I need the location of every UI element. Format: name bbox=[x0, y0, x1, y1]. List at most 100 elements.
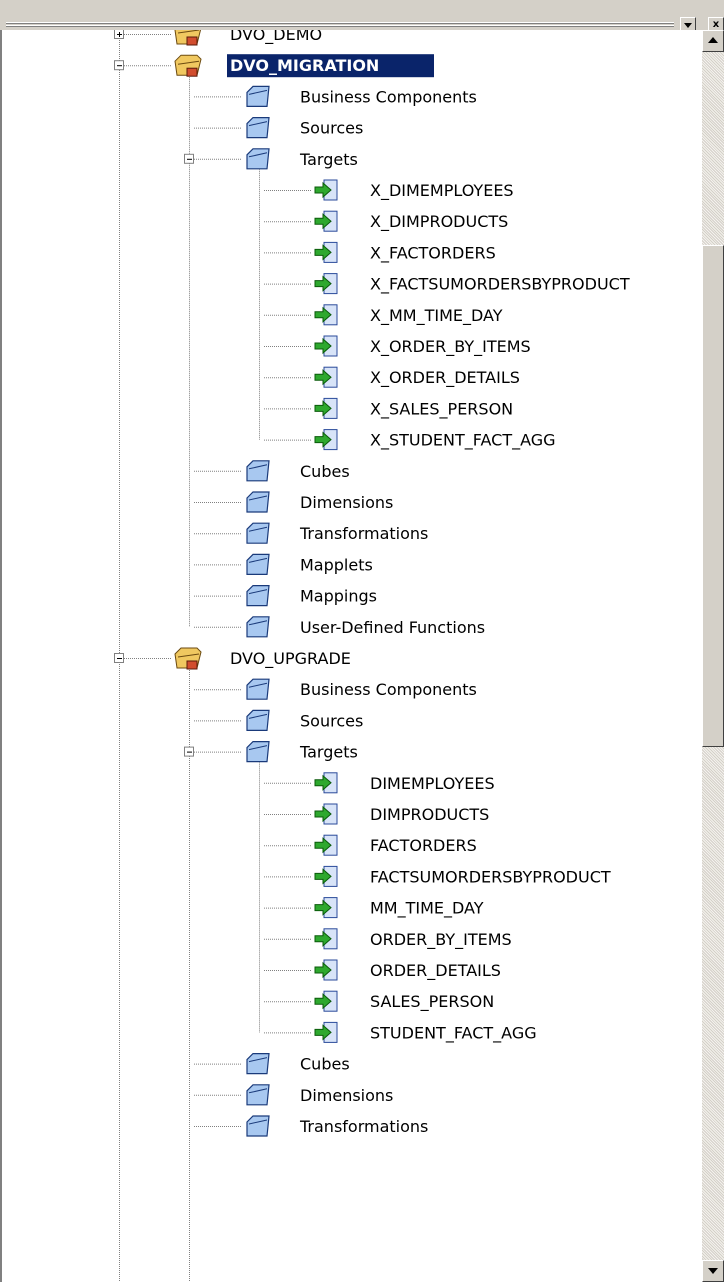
folder-icon bbox=[246, 1053, 270, 1075]
target-item-order-by-items[interactable]: ORDER_BY_ITEMS bbox=[264, 928, 512, 950]
target-item-factorders[interactable]: FACTORDERS bbox=[264, 834, 477, 856]
folder-item-transformations[interactable]: Transformations bbox=[194, 1115, 428, 1137]
folder-icon bbox=[246, 741, 270, 763]
repository-item-dvo-demo[interactable]: DVO_DEMO bbox=[114, 30, 323, 46]
folder-item-business-components[interactable]: Business Components bbox=[194, 85, 477, 107]
target-item-x-mm-time-day[interactable]: X_MM_TIME_DAY bbox=[264, 304, 503, 326]
target-definition-icon bbox=[314, 241, 338, 263]
tree-item-label: Mappings bbox=[300, 587, 377, 606]
folder-icon bbox=[246, 678, 270, 700]
tree-item-label: DVO_UPGRADE bbox=[230, 649, 351, 669]
target-item-x-order-by-items[interactable]: X_ORDER_BY_ITEMS bbox=[264, 335, 531, 357]
target-item-order-details[interactable]: ORDER_DETAILS bbox=[264, 959, 501, 981]
target-definition-icon bbox=[314, 429, 338, 451]
target-definition-icon bbox=[314, 959, 338, 981]
collapse-toggle-icon[interactable] bbox=[184, 153, 194, 164]
folder-icon bbox=[246, 1084, 270, 1106]
folder-item-sources[interactable]: Sources bbox=[194, 117, 363, 139]
folder-icon bbox=[246, 491, 270, 513]
target-definition-icon bbox=[314, 865, 338, 887]
tree-item-label: DVO_MIGRATION bbox=[230, 56, 379, 75]
repository-tree[interactable]: DVO_DEMO DVO_MIGRATION Business Components… bbox=[2, 30, 702, 1282]
folder-item-cubes[interactable]: Cubes bbox=[194, 1053, 350, 1075]
scroll-up-arrow-icon[interactable] bbox=[702, 30, 724, 52]
tree-item-label: DVO_DEMO bbox=[230, 30, 322, 45]
repository-item-dvo-upgrade[interactable]: DVO_UPGRADE bbox=[114, 647, 351, 670]
target-definition-icon bbox=[314, 897, 338, 919]
repository-item-dvo-migration[interactable]: DVO_MIGRATION bbox=[114, 54, 435, 78]
folder-item-dimensions[interactable]: Dimensions bbox=[194, 1084, 393, 1106]
tree-item-label: Targets bbox=[299, 150, 358, 169]
folder-item-targets[interactable]: Targets bbox=[184, 741, 358, 763]
scroll-down-arrow-icon[interactable] bbox=[702, 1260, 724, 1282]
target-item-dimproducts[interactable]: DIMPRODUCTS bbox=[264, 803, 489, 825]
tree-item-label: Transformations bbox=[299, 1117, 428, 1136]
tree-item-label: Transformations bbox=[299, 524, 428, 543]
tree-item-label: Sources bbox=[300, 711, 363, 730]
target-item-dimemployees[interactable]: DIMEMPLOYEES bbox=[264, 772, 495, 794]
tree-item-label: SALES_PERSON bbox=[370, 992, 494, 1012]
tree-item-label: Mapplets bbox=[300, 555, 373, 574]
target-item-x-student-fact-agg[interactable]: X_STUDENT_FACT_AGG bbox=[264, 429, 556, 451]
title-grip-line bbox=[6, 23, 674, 24]
collapse-toggle-icon[interactable] bbox=[114, 60, 124, 71]
target-item-student-fact-agg[interactable]: STUDENT_FACT_AGG bbox=[264, 1021, 537, 1043]
tree-item-label: FACTSUMORDERSBYPRODUCT bbox=[370, 867, 611, 886]
folder-icon bbox=[246, 1115, 270, 1137]
folder-icon bbox=[246, 117, 270, 139]
folder-item-mappings[interactable]: Mappings bbox=[194, 585, 377, 607]
title-grip-line bbox=[6, 26, 674, 27]
expand-toggle-icon[interactable] bbox=[114, 30, 124, 39]
tree-item-label: FACTORDERS bbox=[370, 836, 477, 855]
tree-item-label: Business Components bbox=[300, 87, 477, 106]
tree-item-label: X_FACTORDERS bbox=[370, 243, 496, 263]
repository-folder-icon bbox=[174, 30, 202, 46]
folder-icon bbox=[246, 553, 270, 575]
target-item-x-factsumordersbyproduct[interactable]: X_FACTSUMORDERSBYPRODUCT bbox=[264, 273, 630, 295]
tree-item-label: X_STUDENT_FACT_AGG bbox=[370, 431, 556, 451]
target-item-x-order-details[interactable]: X_ORDER_DETAILS bbox=[264, 366, 520, 388]
folder-icon bbox=[246, 85, 270, 107]
tree-item-label: ORDER_BY_ITEMS bbox=[370, 930, 512, 950]
folder-icon bbox=[246, 522, 270, 544]
tree-item-label: Targets bbox=[299, 743, 358, 762]
navigator-tree-pane[interactable]: DVO_DEMO DVO_MIGRATION Business Components… bbox=[0, 30, 702, 1282]
tree-item-label: X_ORDER_BY_ITEMS bbox=[370, 337, 531, 357]
repository-folder-icon bbox=[174, 54, 202, 77]
target-item-sales-person[interactable]: SALES_PERSON bbox=[264, 990, 494, 1012]
target-item-x-sales-person[interactable]: X_SALES_PERSON bbox=[264, 397, 513, 419]
target-definition-icon bbox=[314, 273, 338, 295]
tree-item-label: DIMEMPLOYEES bbox=[370, 774, 495, 793]
target-definition-icon bbox=[314, 834, 338, 856]
folder-item-dimensions[interactable]: Dimensions bbox=[194, 491, 393, 513]
target-item-factsumordersbyproduct[interactable]: FACTSUMORDERSBYPRODUCT bbox=[264, 865, 611, 887]
scroll-thumb[interactable] bbox=[702, 245, 724, 747]
target-item-x-dimemployees[interactable]: X_DIMEMPLOYEES bbox=[264, 179, 514, 201]
target-item-mm-time-day[interactable]: MM_TIME_DAY bbox=[264, 897, 484, 919]
folder-item-targets[interactable]: Targets bbox=[184, 148, 358, 170]
folder-item-sources[interactable]: Sources bbox=[194, 709, 363, 731]
folder-item-business-components[interactable]: Business Components bbox=[194, 678, 477, 700]
folder-item-cubes[interactable]: Cubes bbox=[194, 460, 350, 482]
tree-item-label: Cubes bbox=[300, 462, 350, 481]
target-definition-icon bbox=[314, 990, 338, 1012]
vertical-scrollbar[interactable] bbox=[702, 30, 724, 1282]
folder-item-mapplets[interactable]: Mapplets bbox=[194, 553, 373, 575]
target-definition-icon bbox=[314, 179, 338, 201]
tree-item-label: DIMPRODUCTS bbox=[370, 805, 489, 824]
collapse-toggle-icon[interactable] bbox=[184, 746, 194, 757]
repository-folder-icon bbox=[174, 647, 202, 670]
tree-item-label: X_FACTSUMORDERSBYPRODUCT bbox=[370, 275, 630, 295]
collapse-toggle-icon[interactable] bbox=[114, 653, 124, 663]
tree-item-label: X_MM_TIME_DAY bbox=[370, 306, 503, 326]
target-item-x-factorders[interactable]: X_FACTORDERS bbox=[264, 241, 496, 263]
tree-item-label: Dimensions bbox=[300, 493, 393, 512]
folder-item-transformations[interactable]: Transformations bbox=[194, 522, 428, 544]
folder-icon bbox=[246, 148, 270, 170]
target-item-x-dimproducts[interactable]: X_DIMPRODUCTS bbox=[264, 210, 508, 232]
target-definition-icon bbox=[314, 304, 338, 326]
target-definition-icon bbox=[314, 803, 338, 825]
tree-item-label: X_ORDER_DETAILS bbox=[370, 368, 520, 388]
panel-title-bar[interactable]: x bbox=[0, 0, 724, 33]
folder-item-user-defined-functions[interactable]: User-Defined Functions bbox=[194, 616, 485, 638]
